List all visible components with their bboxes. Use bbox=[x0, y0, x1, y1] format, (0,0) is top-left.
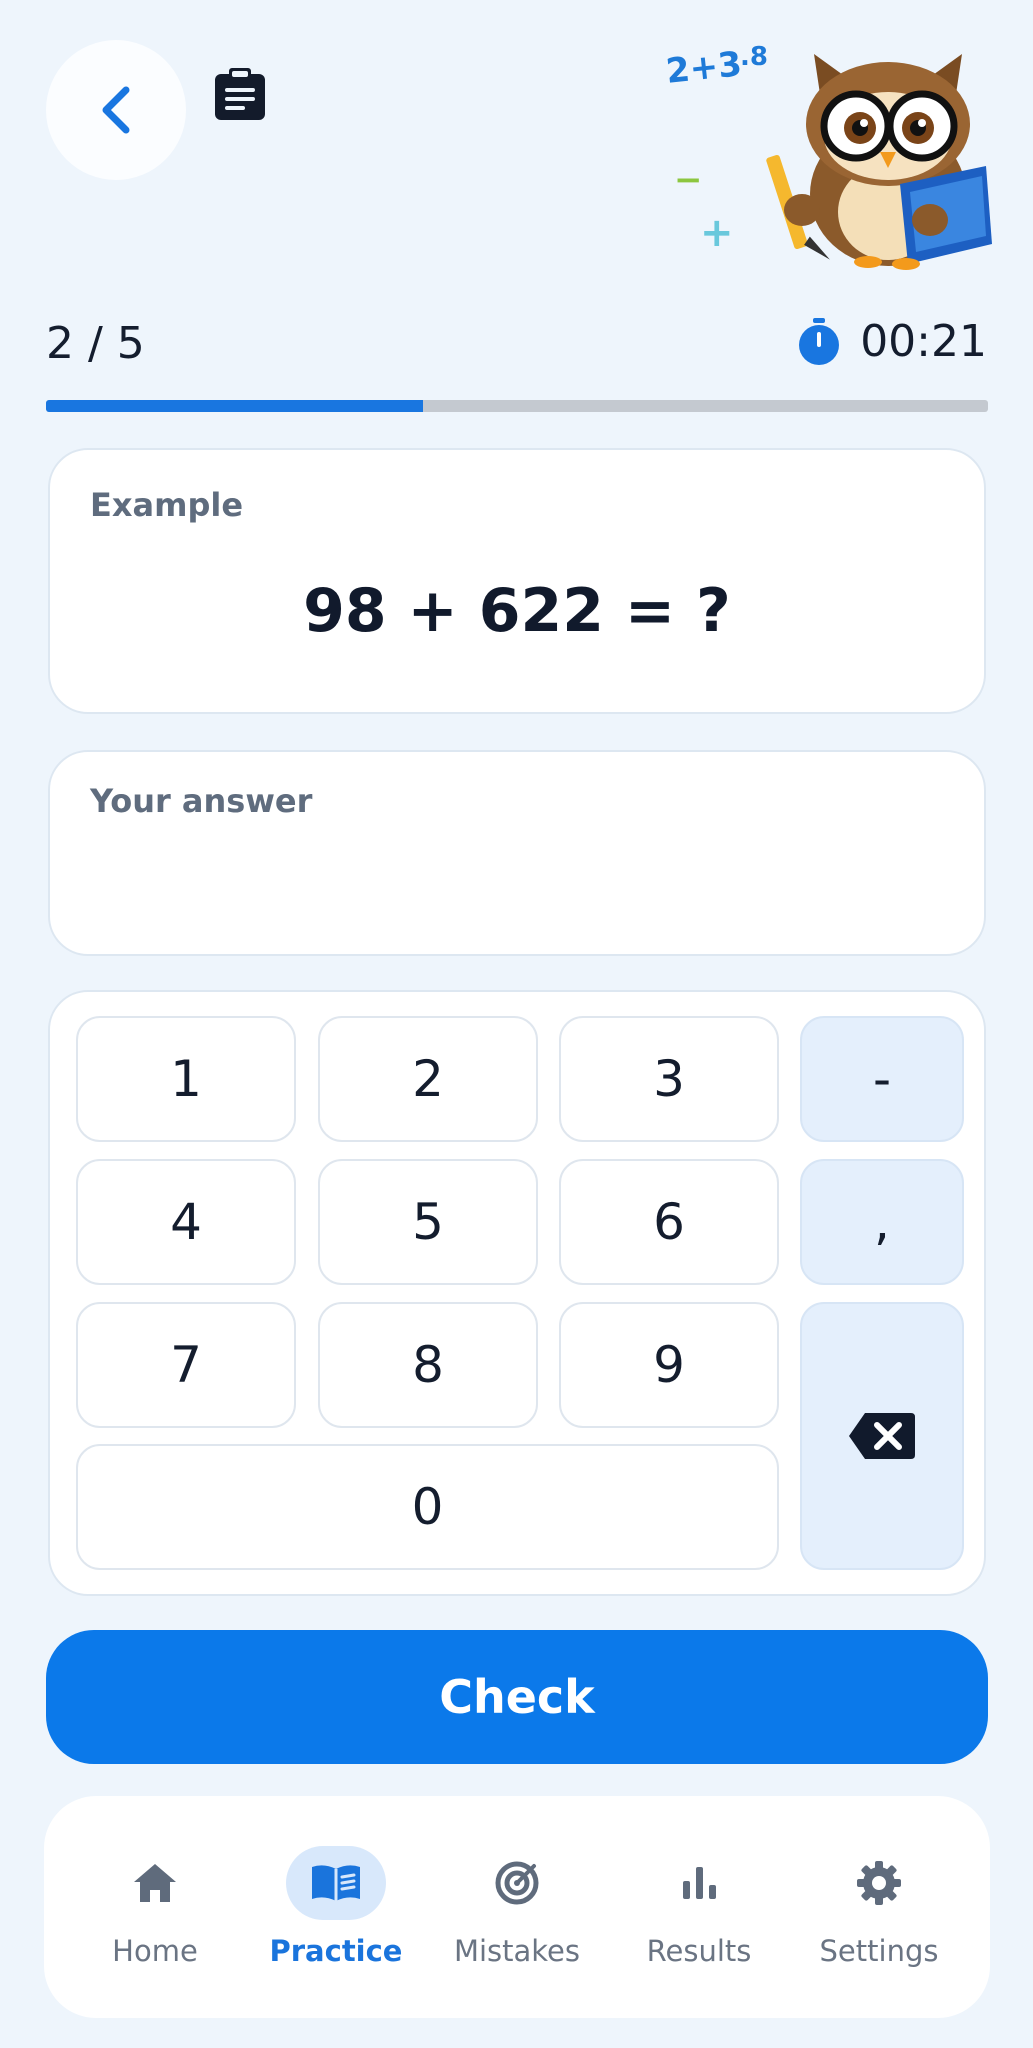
example-card: Example 98 + 622 = ? bbox=[48, 448, 986, 714]
tab-practice[interactable]: Practice bbox=[261, 1846, 411, 1968]
example-expression: 98 + 622 = ? bbox=[303, 576, 731, 646]
key-minus[interactable]: - bbox=[800, 1016, 964, 1142]
example-label: Example bbox=[90, 486, 244, 524]
timer-value: 00:21 bbox=[860, 316, 987, 367]
key-2[interactable]: 2 bbox=[318, 1016, 538, 1142]
clipboard-list-icon[interactable] bbox=[213, 66, 267, 122]
tab-mistakes[interactable]: Mistakes bbox=[442, 1846, 592, 1968]
owl-mascot: 2+3 .8 − + bbox=[660, 30, 1000, 270]
key-9[interactable]: 9 bbox=[559, 1302, 779, 1428]
tab-icon-wrap bbox=[467, 1846, 567, 1920]
tab-label-mistakes: Mistakes bbox=[453, 1934, 581, 1968]
mascot-math-text: − bbox=[674, 160, 703, 200]
tab-icon-wrap bbox=[105, 1846, 205, 1920]
key-comma[interactable]: , bbox=[800, 1159, 964, 1285]
backspace-button[interactable] bbox=[800, 1302, 964, 1570]
backspace-icon bbox=[849, 1413, 915, 1459]
answer-field[interactable]: Your answer bbox=[48, 750, 986, 956]
key-7[interactable]: 7 bbox=[76, 1302, 296, 1428]
key-0[interactable]: 0 bbox=[76, 1444, 779, 1570]
tab-results[interactable]: Results bbox=[624, 1846, 774, 1968]
home-icon bbox=[134, 1864, 176, 1902]
key-5[interactable]: 5 bbox=[318, 1159, 538, 1285]
mascot-math-text: + bbox=[700, 210, 734, 256]
question-counter: 2 / 5 bbox=[46, 318, 145, 369]
gear-icon bbox=[857, 1861, 901, 1905]
progress-fill bbox=[46, 400, 423, 412]
key-6[interactable]: 6 bbox=[559, 1159, 779, 1285]
key-8[interactable]: 8 bbox=[318, 1302, 538, 1428]
stopwatch-icon bbox=[799, 317, 840, 365]
book-open-icon bbox=[312, 1865, 360, 1901]
tab-label-practice: Practice bbox=[269, 1934, 403, 1968]
tab-label-home: Home bbox=[112, 1934, 198, 1968]
tab-icon-wrap bbox=[829, 1846, 929, 1920]
key-1[interactable]: 1 bbox=[76, 1016, 296, 1142]
tab-icon-wrap bbox=[649, 1846, 749, 1920]
progress-bar bbox=[46, 400, 988, 412]
tab-settings[interactable]: Settings bbox=[804, 1846, 954, 1968]
tab-icon-wrap bbox=[286, 1846, 386, 1920]
owl-illustration bbox=[766, 54, 992, 270]
chevron-left-icon bbox=[102, 86, 130, 134]
key-4[interactable]: 4 bbox=[76, 1159, 296, 1285]
tab-home[interactable]: Home bbox=[80, 1846, 230, 1968]
bar-chart-icon bbox=[683, 1867, 716, 1899]
bottom-nav: Home Practice Mistakes Results Settings bbox=[44, 1796, 990, 2018]
mascot-math-text: 2+3 bbox=[664, 44, 744, 92]
tab-label-results: Results bbox=[646, 1934, 752, 1968]
back-button[interactable] bbox=[46, 40, 186, 180]
tab-label-settings: Settings bbox=[819, 1934, 939, 1968]
key-3[interactable]: 3 bbox=[559, 1016, 779, 1142]
check-button[interactable]: Check bbox=[46, 1630, 988, 1764]
timer: 00:21 bbox=[796, 316, 987, 367]
answer-label: Your answer bbox=[90, 782, 313, 820]
target-icon bbox=[495, 1861, 539, 1905]
number-keypad: 1 2 3 - 4 5 6 , 7 8 9 0 bbox=[48, 990, 986, 1596]
